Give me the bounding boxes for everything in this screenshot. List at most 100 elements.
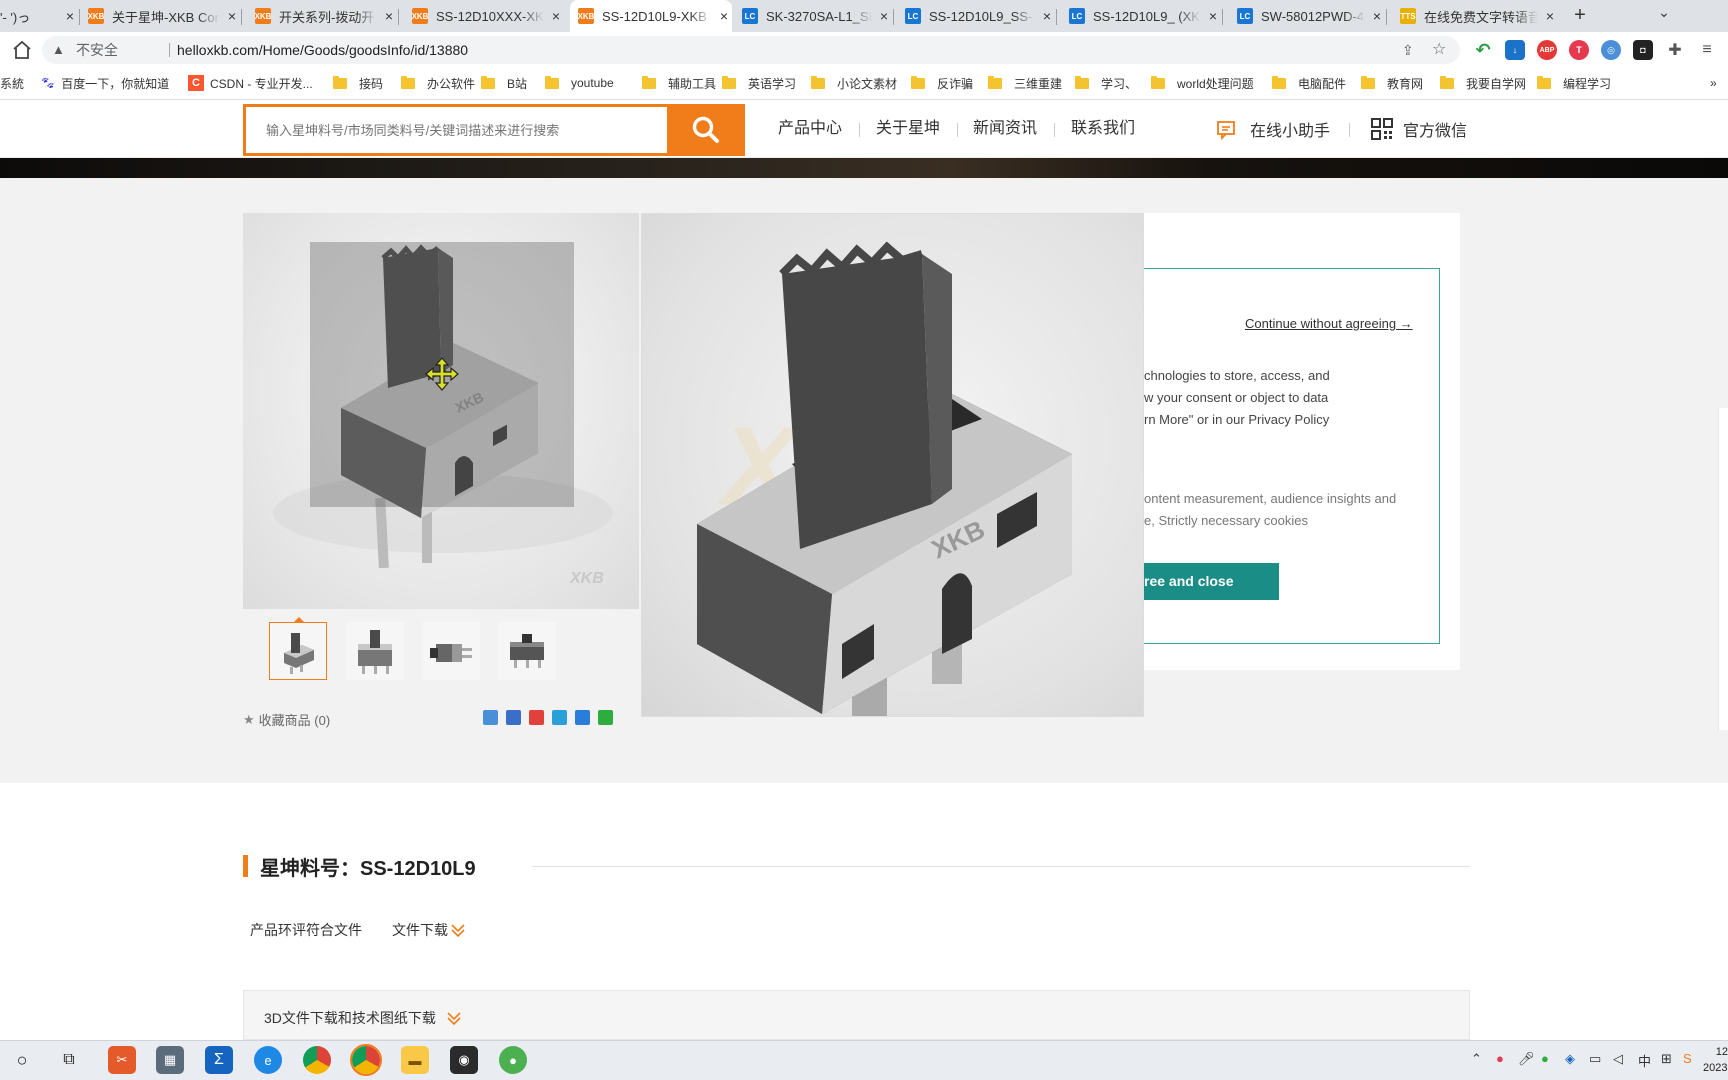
- extensions-puzzle-icon[interactable]: ✚: [1665, 40, 1685, 60]
- share-weibo-icon[interactable]: [529, 710, 544, 725]
- task-view-icon[interactable]: ⧉: [55, 1046, 83, 1074]
- nav-product-center[interactable]: 产品中心: [778, 100, 842, 158]
- product-thumbnail-1[interactable]: [269, 622, 327, 680]
- product-thumbnail-3[interactable]: [422, 622, 480, 680]
- site-search-box[interactable]: [243, 104, 667, 156]
- browser-tab[interactable]: TTS 在线免费文字转语音 ×: [1392, 0, 1558, 32]
- shield-icon[interactable]: ◈: [1565, 1051, 1575, 1067]
- online-helper-link[interactable]: 在线小助手: [1216, 100, 1330, 158]
- bookmark-item[interactable]: B站: [481, 68, 527, 98]
- bookmark-item[interactable]: C CSDN - 专业开发...: [188, 68, 313, 98]
- microphone-icon[interactable]: 🎤︎: [1518, 1051, 1535, 1067]
- bookmark-item[interactable]: 编程学习: [1537, 68, 1611, 98]
- bookmark-item[interactable]: 三维重建: [988, 68, 1062, 98]
- new-tab-button[interactable]: +: [1566, 4, 1594, 28]
- tray-dot-icon[interactable]: ●: [1496, 1051, 1504, 1066]
- favorite-product-button[interactable]: ★ 收藏商品 (0): [243, 710, 330, 729]
- ime-icon[interactable]: 中: [1638, 1051, 1651, 1070]
- close-tab-icon[interactable]: ×: [716, 8, 732, 24]
- grid-icon[interactable]: ⊞: [1661, 1051, 1672, 1067]
- close-tab-icon[interactable]: ×: [224, 8, 240, 24]
- product-thumbnail-2[interactable]: [346, 622, 404, 680]
- share-renren-icon[interactable]: [575, 710, 590, 725]
- browser-tab[interactable]: LC SS-12D10L9_ (XK ×: [1061, 0, 1221, 32]
- nav-contact[interactable]: 联系我们: [1071, 100, 1135, 158]
- browser-tab[interactable]: XKB 开关系列-拨动开关 ×: [247, 0, 397, 32]
- tab-search-button[interactable]: ⌄: [1652, 4, 1676, 28]
- close-tab-icon[interactable]: ×: [1039, 8, 1055, 24]
- incognito-icon[interactable]: ◘: [1633, 40, 1653, 60]
- camera-app-icon[interactable]: ◉: [450, 1046, 478, 1074]
- tray-wechat-icon[interactable]: ●: [1541, 1051, 1549, 1066]
- site-search-input[interactable]: [246, 107, 667, 153]
- sogou-icon[interactable]: S: [1683, 1051, 1692, 1066]
- app-snip-icon[interactable]: ✂: [108, 1046, 136, 1074]
- browser-tab[interactable]: LC SS-12D10L9_SS-1 ×: [897, 0, 1055, 32]
- bookmark-item[interactable]: 小论文素材: [811, 68, 897, 98]
- bookmarks-overflow-icon[interactable]: »: [1710, 68, 1717, 98]
- warning-icon[interactable]: ▲: [52, 36, 65, 64]
- bookmark-star-icon[interactable]: ☆: [1432, 36, 1446, 64]
- omnibox[interactable]: ▲ 不安全 helloxkb.com/Home/Goods/goodsInfo/…: [42, 36, 1460, 64]
- nav-about[interactable]: 关于星坤: [876, 100, 940, 158]
- bookmark-item[interactable]: 辅助工具: [642, 68, 716, 98]
- agree-and-close-button[interactable]: ree and close: [1144, 563, 1279, 600]
- bookmark-item[interactable]: 反诈骗: [911, 68, 973, 98]
- refresh-arrow-icon[interactable]: ↶: [1473, 40, 1493, 60]
- nav-news[interactable]: 新闻资讯: [973, 100, 1037, 158]
- bookmark-item[interactable]: 我要自学网: [1440, 68, 1526, 98]
- tab-file-download[interactable]: 文件下载: [392, 920, 466, 940]
- sync-extension-icon[interactable]: ◎: [1601, 40, 1621, 60]
- bookmark-item[interactable]: 电脑配件: [1272, 68, 1346, 98]
- chrome-icon[interactable]: [303, 1046, 331, 1074]
- adblock-icon[interactable]: ABP: [1537, 40, 1557, 60]
- browser-tab[interactable]: XKB SS-12D10L9-XKB ×: [570, 0, 732, 32]
- share-icon[interactable]: ⇪: [1402, 36, 1414, 64]
- browser-tab[interactable]: XKB SS-12D10XXX-XK ×: [404, 0, 564, 32]
- bookmark-item[interactable]: world处理问题: [1151, 68, 1254, 98]
- tab-environmental-docs[interactable]: 产品环评符合文件: [250, 920, 362, 940]
- product-thumbnail-4[interactable]: [498, 622, 556, 680]
- search-circle-icon[interactable]: ○: [8, 1046, 36, 1074]
- calculator-icon[interactable]: ▦: [156, 1046, 184, 1074]
- continue-without-agreeing-link[interactable]: Continue without agreeing →: [1245, 316, 1413, 331]
- share-tencent-icon[interactable]: [552, 710, 567, 725]
- download-section-title[interactable]: 3D文件下载和技术图纸下载: [264, 1008, 462, 1028]
- share-qzone-icon[interactable]: [506, 710, 521, 725]
- bookmark-item[interactable]: 英语学习: [722, 68, 796, 98]
- reading-list-icon[interactable]: ≡: [1697, 40, 1717, 60]
- edge-browser-icon[interactable]: e: [254, 1046, 282, 1074]
- browser-tab[interactable]: LC SW-58012PWD-4 ×: [1229, 0, 1385, 32]
- browser-tab[interactable]: XKB 关于星坤-XKB Con ×: [80, 0, 240, 32]
- chrome-active-icon[interactable]: [350, 1044, 382, 1076]
- bookmark-item[interactable]: 接码: [333, 68, 383, 98]
- bookmark-item[interactable]: 系統: [0, 68, 24, 98]
- close-tab-icon[interactable]: ×: [381, 8, 397, 24]
- browser-tab[interactable]: emoji'- ')っ×: [0, 0, 78, 32]
- share-more-icon[interactable]: [483, 710, 498, 725]
- floating-side-panel-edge[interactable]: [1718, 408, 1728, 730]
- zoom-lens[interactable]: [310, 242, 574, 507]
- close-tab-icon[interactable]: ×: [1205, 8, 1221, 24]
- security-label[interactable]: 不安全: [76, 36, 118, 64]
- close-tab-icon[interactable]: ×: [1369, 8, 1385, 24]
- translate-extension-icon[interactable]: T: [1569, 40, 1589, 60]
- bookmark-item[interactable]: 🐾︎ 百度一下，你就知道: [40, 68, 169, 98]
- wechat-app-icon[interactable]: ●: [499, 1046, 527, 1074]
- bookmark-item[interactable]: 学习、: [1075, 68, 1137, 98]
- browser-tab[interactable]: LC SK-3270SA-L1_SK ×: [734, 0, 892, 32]
- download-extension-icon[interactable]: ↓: [1505, 40, 1525, 60]
- url-text[interactable]: helloxkb.com/Home/Goods/goodsInfo/id/138…: [177, 36, 468, 64]
- close-tab-icon[interactable]: ×: [548, 8, 564, 24]
- site-search-button[interactable]: [667, 104, 745, 156]
- home-icon[interactable]: [10, 38, 34, 62]
- close-tab-icon[interactable]: ×: [1542, 8, 1558, 24]
- close-tab-icon[interactable]: ×: [876, 8, 892, 24]
- taskbar-clock[interactable]: 12 2023: [1703, 1044, 1728, 1076]
- display-icon[interactable]: ▭: [1589, 1051, 1601, 1067]
- share-wechat-icon[interactable]: [598, 710, 613, 725]
- volume-icon[interactable]: ◁: [1613, 1051, 1623, 1067]
- close-tab-icon[interactable]: ×: [62, 8, 78, 24]
- sigma-app-icon[interactable]: Σ: [205, 1046, 233, 1074]
- tray-expand-icon[interactable]: ⌃: [1471, 1051, 1482, 1067]
